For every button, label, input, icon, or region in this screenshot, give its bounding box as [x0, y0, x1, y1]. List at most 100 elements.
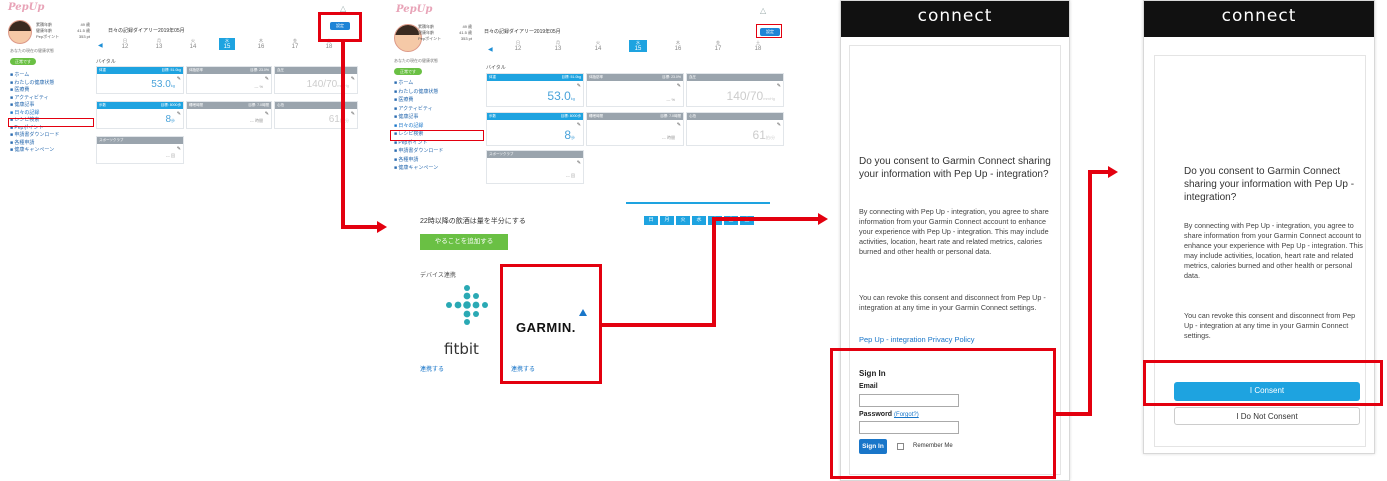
vitals-label: バイタル: [486, 65, 506, 71]
sidebar-item-campaign[interactable]: ■ 健康キャンペーン: [394, 165, 443, 174]
connect-brand-bar: connect: [1144, 1, 1374, 37]
chevron-left-icon[interactable]: ◀: [488, 46, 493, 53]
sidebar-item-articles[interactable]: ■ 健康記事: [394, 114, 443, 123]
flow-arrow-2-horizontal: [602, 323, 716, 327]
date-mon[interactable]: 月 13: [142, 38, 176, 50]
sidebar-item-health[interactable]: ■ わたしの健康状態: [394, 89, 443, 98]
date-row: 日 12 月 13 火 14 水 15 木 16 金 17 土 18: [108, 38, 346, 50]
no-consent-button[interactable]: I Do Not Consent: [1174, 407, 1360, 425]
fitbit-wordmark: fitbit: [444, 340, 479, 358]
sidebar-item-activity[interactable]: ■ アクティビティ: [394, 106, 443, 115]
sidebar-item-download[interactable]: ■ 申請書ダウンロード: [394, 148, 443, 157]
sidebar-item-health[interactable]: ■ わたしの健康状態: [10, 80, 59, 88]
pencil-icon[interactable]: ✎: [265, 111, 269, 117]
flow-arrow-1-vertical: [341, 42, 345, 228]
flow-arrow-2-vertical: [712, 217, 716, 327]
pepup-logo: PepUp: [396, 4, 433, 15]
card-blood-pressure[interactable]: 血圧 ✎ 140/70mmHg: [274, 66, 358, 94]
card-weight[interactable]: 体重 目標: 51.0kg ✎ 53.0kg: [486, 73, 584, 107]
pencil-icon[interactable]: ✎: [265, 76, 269, 82]
pencil-icon[interactable]: ✎: [677, 122, 681, 128]
sidebar-item-campaign[interactable]: ■ 健康キャンペーン: [10, 147, 59, 155]
habit-goal-text: 22時以降の飲酒は量を半分にする: [420, 218, 526, 225]
pencil-icon[interactable]: ✎: [177, 146, 181, 152]
card-sleep[interactable]: 睡眠時間 目標: 7.0時間 ✎ --- 時間: [186, 101, 272, 129]
card-sleep[interactable]: 睡眠時間 目標: 7.0時間 ✎ --- 時間: [586, 112, 684, 146]
date-fri[interactable]: 金 17: [698, 40, 738, 52]
pencil-icon[interactable]: ✎: [351, 76, 355, 82]
flow-arrow-2-head: [818, 213, 828, 225]
bell-icon[interactable]: △: [760, 6, 766, 15]
card-heart-rate[interactable]: 心拍 ✎ 61拍/分: [274, 101, 358, 129]
sidebar-menu: ■ ホーム ■ わたしの健康状態 ■ 医療費 ■ アクティビティ ■ 健康記事 …: [10, 72, 59, 155]
flow-arrow-1-head: [377, 221, 387, 233]
date-sat[interactable]: 土 18: [738, 40, 778, 52]
date-thu[interactable]: 木 16: [244, 38, 278, 50]
pencil-icon[interactable]: ✎: [577, 160, 581, 166]
consent-paragraph-1: By connecting with Pep Up - integration,…: [1184, 221, 1363, 280]
highlight-garmin-card: [500, 264, 602, 384]
date-tue[interactable]: 火 14: [578, 40, 618, 52]
pencil-icon[interactable]: ✎: [677, 83, 681, 89]
date-thu[interactable]: 木 16: [658, 40, 698, 52]
pencil-icon[interactable]: ✎: [577, 122, 581, 128]
highlight-diary-menu: [8, 118, 94, 127]
chevron-left-icon[interactable]: ◀: [98, 42, 103, 49]
date-row: 日 12 月 13 火 14 水 15 木 16 金 17 土 18: [498, 40, 778, 52]
card-weight[interactable]: 体重 目標: 51.0kg ✎ 53.0kg: [96, 66, 184, 94]
pencil-icon[interactable]: ✎: [177, 111, 181, 117]
card-body-fat[interactable]: 体脂肪率 目標: 23.0% ✎ --- %: [586, 73, 684, 107]
fitbit-connect-link[interactable]: 連携する: [420, 364, 444, 373]
weekday-sun[interactable]: 日: [644, 216, 658, 225]
pencil-icon[interactable]: ✎: [777, 122, 781, 128]
pencil-icon[interactable]: ✎: [777, 83, 781, 89]
card-blood-pressure[interactable]: 血圧 ✎ 140/70mmHg: [686, 73, 784, 107]
flow-arrow-3-top: [1088, 170, 1110, 174]
sidebar-item-medical[interactable]: ■ 医療費: [10, 87, 59, 95]
highlight-settings-button-1: [318, 12, 362, 42]
sidebar-item-diary[interactable]: ■ 日々の記録: [10, 110, 59, 118]
date-mon[interactable]: 月 13: [538, 40, 578, 52]
date-sun[interactable]: 日 12: [108, 38, 142, 50]
pepup-app-panel-1: PepUp △ 累積年齢 49 歳 健康年齢 41.5 歳 Pepポイント 353 p…: [0, 0, 368, 178]
sidebar-item-download[interactable]: ■ 申請書ダウンロード: [10, 132, 59, 140]
pepup-app-panel-2: PepUp △ 累積年齢 49 歳 健康年齢 41.5 歳 Pepポイント 353 p…: [384, 0, 794, 192]
sidebar-item-articles[interactable]: ■ 健康記事: [10, 102, 59, 110]
add-task-button[interactable]: やることを追加する: [420, 234, 508, 250]
card-heart-rate[interactable]: 心拍 ✎ 61拍/分: [686, 112, 784, 146]
privacy-policy-link[interactable]: Pep Up - integration Privacy Policy: [859, 335, 974, 344]
date-sun[interactable]: 日 12: [498, 40, 538, 52]
avatar: [8, 20, 32, 44]
sidebar-item-activity[interactable]: ■ アクティビティ: [10, 95, 59, 103]
consent-question: Do you consent to Garmin Connect sharing…: [1184, 166, 1355, 203]
sidebar-item-home[interactable]: ■ ホーム: [394, 80, 443, 89]
pencil-icon[interactable]: ✎: [177, 76, 181, 82]
profile-stats: 累積年齢 49 歳 健康年齢 41.5 歳 Pepポイント 353 pt: [418, 24, 472, 41]
card-sports-club[interactable]: スポーツクラブ ✎ --- 回: [486, 150, 584, 184]
sidebar-item-apply[interactable]: ■ 各種申請: [10, 140, 59, 148]
tab-strip: [626, 202, 770, 204]
sidebar-item-home[interactable]: ■ ホーム: [10, 72, 59, 80]
weekday-wed[interactable]: 水: [692, 216, 706, 225]
device-link-label: デバイス連携: [420, 273, 456, 279]
sidebar-item-apply[interactable]: ■ 各種申請: [394, 157, 443, 166]
consent-paragraph-2: You can revoke this consent and disconne…: [859, 293, 1046, 312]
weekday-mon[interactable]: 月: [660, 216, 674, 225]
pencil-icon[interactable]: ✎: [577, 83, 581, 89]
weekday-tue[interactable]: 火: [676, 216, 690, 225]
consent-paragraph-1: By connecting with Pep Up - integration,…: [859, 207, 1049, 256]
card-body-fat[interactable]: 体脂肪率 目標: 23.0% ✎ --- %: [186, 66, 272, 94]
date-wed[interactable]: 水 15: [629, 40, 647, 52]
date-fri[interactable]: 金 17: [278, 38, 312, 50]
pencil-icon[interactable]: ✎: [351, 111, 355, 117]
consent-question: Do you consent to Garmin Connect sharing…: [859, 156, 1051, 180]
card-sports-club[interactable]: スポーツクラブ ✎ --- 回: [96, 136, 184, 164]
fitbit-logo-icon: [446, 285, 488, 325]
card-steps[interactable]: 歩数 目標: 8000歩 ✎ 8歩: [486, 112, 584, 146]
health-status-note: あなたの現在の健康状態: [394, 58, 438, 63]
card-steps[interactable]: 歩数 目標: 8000歩 ✎ 8歩: [96, 101, 184, 129]
date-wed[interactable]: 水 15: [219, 38, 235, 50]
date-tue[interactable]: 火 14: [176, 38, 210, 50]
flow-arrow-3-horizontal: [1056, 412, 1092, 416]
sidebar-item-medical[interactable]: ■ 医療費: [394, 97, 443, 106]
